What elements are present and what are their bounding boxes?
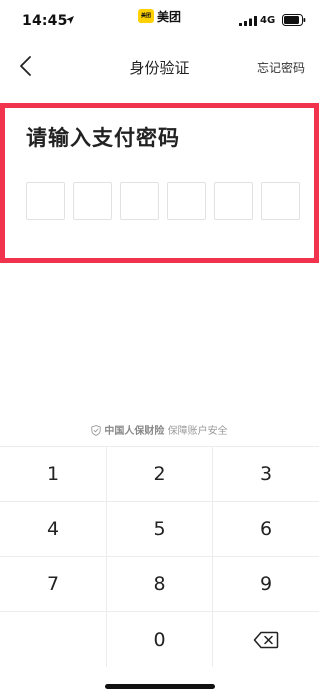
key-9[interactable]: 9 (212, 557, 319, 612)
key-4[interactable]: 4 (0, 502, 106, 557)
key-2[interactable]: 2 (106, 447, 212, 502)
security-hint: 中国人保财险 保障账户安全 (0, 422, 319, 437)
security-hint-text: 保障账户安全 (167, 426, 228, 437)
key-0[interactable]: 0 (106, 612, 212, 667)
password-digit-boxes[interactable] (26, 182, 300, 221)
location-arrow-icon (66, 16, 74, 24)
shield-check-icon (91, 425, 102, 436)
password-digit-box[interactable] (214, 182, 253, 220)
status-bar: 14:45 美团 美团 4G (0, 0, 319, 40)
password-digit-box[interactable] (167, 182, 206, 220)
home-indicator[interactable] (105, 684, 215, 689)
key-7[interactable]: 7 (0, 557, 106, 612)
password-entry-panel: 请输入支付密码 (0, 103, 319, 263)
backspace-key[interactable] (212, 612, 319, 667)
password-heading: 请输入支付密码 (26, 126, 180, 150)
password-digit-box[interactable] (120, 182, 159, 220)
password-digit-box[interactable] (261, 182, 300, 220)
key-3[interactable]: 3 (212, 447, 319, 502)
key-5[interactable]: 5 (106, 502, 212, 557)
status-time: 14:45 (22, 13, 68, 29)
forgot-password-link[interactable]: 忘记密码 (257, 59, 305, 76)
payment-password-screen: 14:45 美团 美团 4G 身份验证 忘记密码 请输入支付密码 中国人保财险 … (0, 0, 319, 697)
meituan-badge-icon: 美团 (138, 9, 154, 23)
key-6[interactable]: 6 (212, 502, 319, 557)
key-8[interactable]: 8 (106, 557, 212, 612)
password-digit-box[interactable] (26, 182, 65, 220)
backspace-icon (253, 631, 279, 648)
signal-strength-icon (239, 16, 257, 26)
status-app-name: 美团 (157, 10, 182, 24)
network-type: 4G (260, 15, 276, 26)
battery-icon (282, 14, 306, 26)
numeric-keypad: 1 2 3 4 5 6 7 8 9 0 (0, 446, 319, 697)
password-digit-box[interactable] (73, 182, 112, 220)
key-blank (0, 612, 106, 667)
insurer-name: 中国人保财险 (104, 426, 165, 437)
key-1[interactable]: 1 (0, 447, 106, 502)
